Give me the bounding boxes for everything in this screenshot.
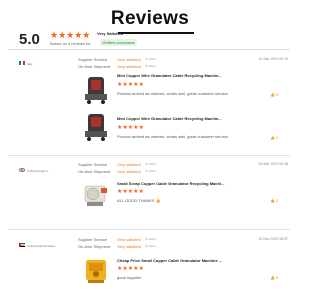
- on-time-stars: (5 stars): [145, 64, 157, 68]
- product-thumbnail[interactable]: [79, 109, 113, 143]
- review-text: good supplier: [117, 275, 142, 280]
- based-on-text: Based on 4 reviews for: [50, 41, 91, 46]
- supplier-service-rating: Very satisfied: [117, 57, 141, 62]
- on-time-label: On-time Shipment: [78, 64, 111, 69]
- review-date: 10 Nov 2022 08:37: [258, 237, 288, 241]
- product-thumbnail[interactable]: [79, 178, 113, 212]
- product-name[interactable]: Small Scrap Copper Cable Granulator Recy…: [117, 181, 224, 186]
- product-thumbnail[interactable]: [79, 254, 113, 288]
- product-stars: ★★★★★: [117, 266, 144, 272]
- average-score: 5.0: [19, 31, 40, 48]
- supplier-service-rating: Very satisfied: [117, 162, 141, 167]
- on-time-rating: Very satisfied: [117, 169, 141, 174]
- supplier-service-label: Supplier Service: [78, 162, 108, 167]
- review-date: 31 Mar 2023 02:15: [258, 57, 288, 61]
- supplier-service-stars: (5 stars): [145, 57, 157, 61]
- header-divider: [8, 49, 290, 50]
- uae-flag-icon: [19, 243, 25, 247]
- supplier-service-label: Supplier Service: [78, 57, 108, 62]
- on-time-rating: Very satisfied: [117, 64, 141, 69]
- verified-badge[interactable]: Verified purchases: [100, 39, 137, 46]
- uk-flag-icon: [19, 168, 25, 172]
- on-time-label: On-time Shipment: [78, 244, 111, 249]
- on-time-stars: (5 stars): [145, 169, 157, 173]
- page-title: Reviews: [0, 8, 300, 34]
- italy-flag-icon: [19, 61, 25, 65]
- like-button[interactable]: 👍 0: [270, 198, 278, 203]
- on-time-label: On-time Shipment: [78, 169, 111, 174]
- on-time-rating: Very satisfied: [117, 244, 141, 249]
- like-button[interactable]: 👍 0: [270, 135, 278, 140]
- product-thumbnail[interactable]: [79, 72, 113, 106]
- average-verdict: Very Satisfied: [97, 31, 124, 36]
- product-stars: ★★★★★: [117, 125, 144, 131]
- supplier-service-rating: Very satisfied: [117, 237, 141, 242]
- product-name[interactable]: Cheap Price Small Copper Cable Granulato…: [117, 258, 222, 263]
- on-time-stars: (5 stars): [145, 244, 157, 248]
- reviewer-country: Italy: [27, 62, 33, 66]
- product-stars: ★★★★★: [117, 82, 144, 88]
- review-divider: [8, 155, 290, 156]
- supplier-service-stars: (5 stars): [145, 162, 157, 166]
- supplier-service-label: Supplier Service: [78, 237, 108, 242]
- review-text: Product arrived as ordered, works well, …: [117, 134, 229, 139]
- like-button[interactable]: 👍 0: [270, 275, 278, 280]
- reviewer-country: United Arab Emirates: [27, 244, 56, 248]
- like-button[interactable]: 👍 0: [270, 92, 278, 97]
- product-name[interactable]: Mini Copper Wire Granulator Cable Recycl…: [117, 73, 222, 78]
- reviewer-country: United Kingdom: [27, 169, 49, 173]
- review-date: 16 Mar 2023 00:18: [258, 162, 288, 166]
- product-name[interactable]: Mini Copper Wire Granulator Cable Recycl…: [117, 116, 222, 121]
- review-text: Product arrived as ordered, works well, …: [117, 91, 229, 96]
- review-divider: [8, 229, 290, 230]
- review-text: ALL GOOD THANKS 👍: [117, 198, 161, 203]
- supplier-service-stars: (5 stars): [145, 237, 157, 241]
- product-stars: ★★★★★: [117, 189, 144, 195]
- rating-summary: 5.0 ★★★★★ Very Satisfied Based on 4 revi…: [19, 30, 289, 50]
- average-stars: ★★★★★: [50, 30, 91, 40]
